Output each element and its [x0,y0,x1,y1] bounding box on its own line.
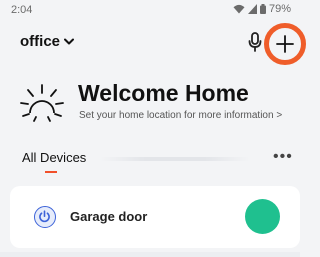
device-tabs: All Devices ••• [0,148,300,178]
tab-active-indicator [45,171,57,173]
status-time: 2:04 [11,4,33,16]
chevron-down-icon [64,38,75,45]
header: office [0,22,306,66]
add-device-button[interactable] [264,23,306,65]
microphone-button[interactable] [247,31,263,53]
battery-icon [259,4,266,14]
microphone-icon [248,32,262,52]
status-icons: 79% [233,3,291,15]
power-icon [34,206,56,228]
wifi-icon [233,4,245,14]
next-card-edge [0,252,300,257]
welcome-title: Welcome Home [78,80,249,106]
power-glyph [39,210,50,223]
device-name: Garage door [70,209,148,224]
device-card[interactable]: Garage door [10,186,300,248]
tab-all-devices[interactable]: All Devices [22,150,86,165]
status-bar: 2:04 79% [0,0,300,22]
more-options-button[interactable]: ••• [273,148,293,166]
welcome-section: Welcome Home Set your home location for … [20,80,290,130]
signal-icon [247,4,257,14]
device-power-toggle[interactable] [245,199,280,234]
sun-icon [20,84,64,122]
blurred-tabs [100,157,250,161]
home-name: office [20,33,61,50]
plus-icon [276,35,294,53]
battery-level: 79% [268,3,291,15]
set-location-link[interactable]: Set your home location for more informat… [79,110,282,121]
home-selector[interactable]: office [20,33,75,50]
